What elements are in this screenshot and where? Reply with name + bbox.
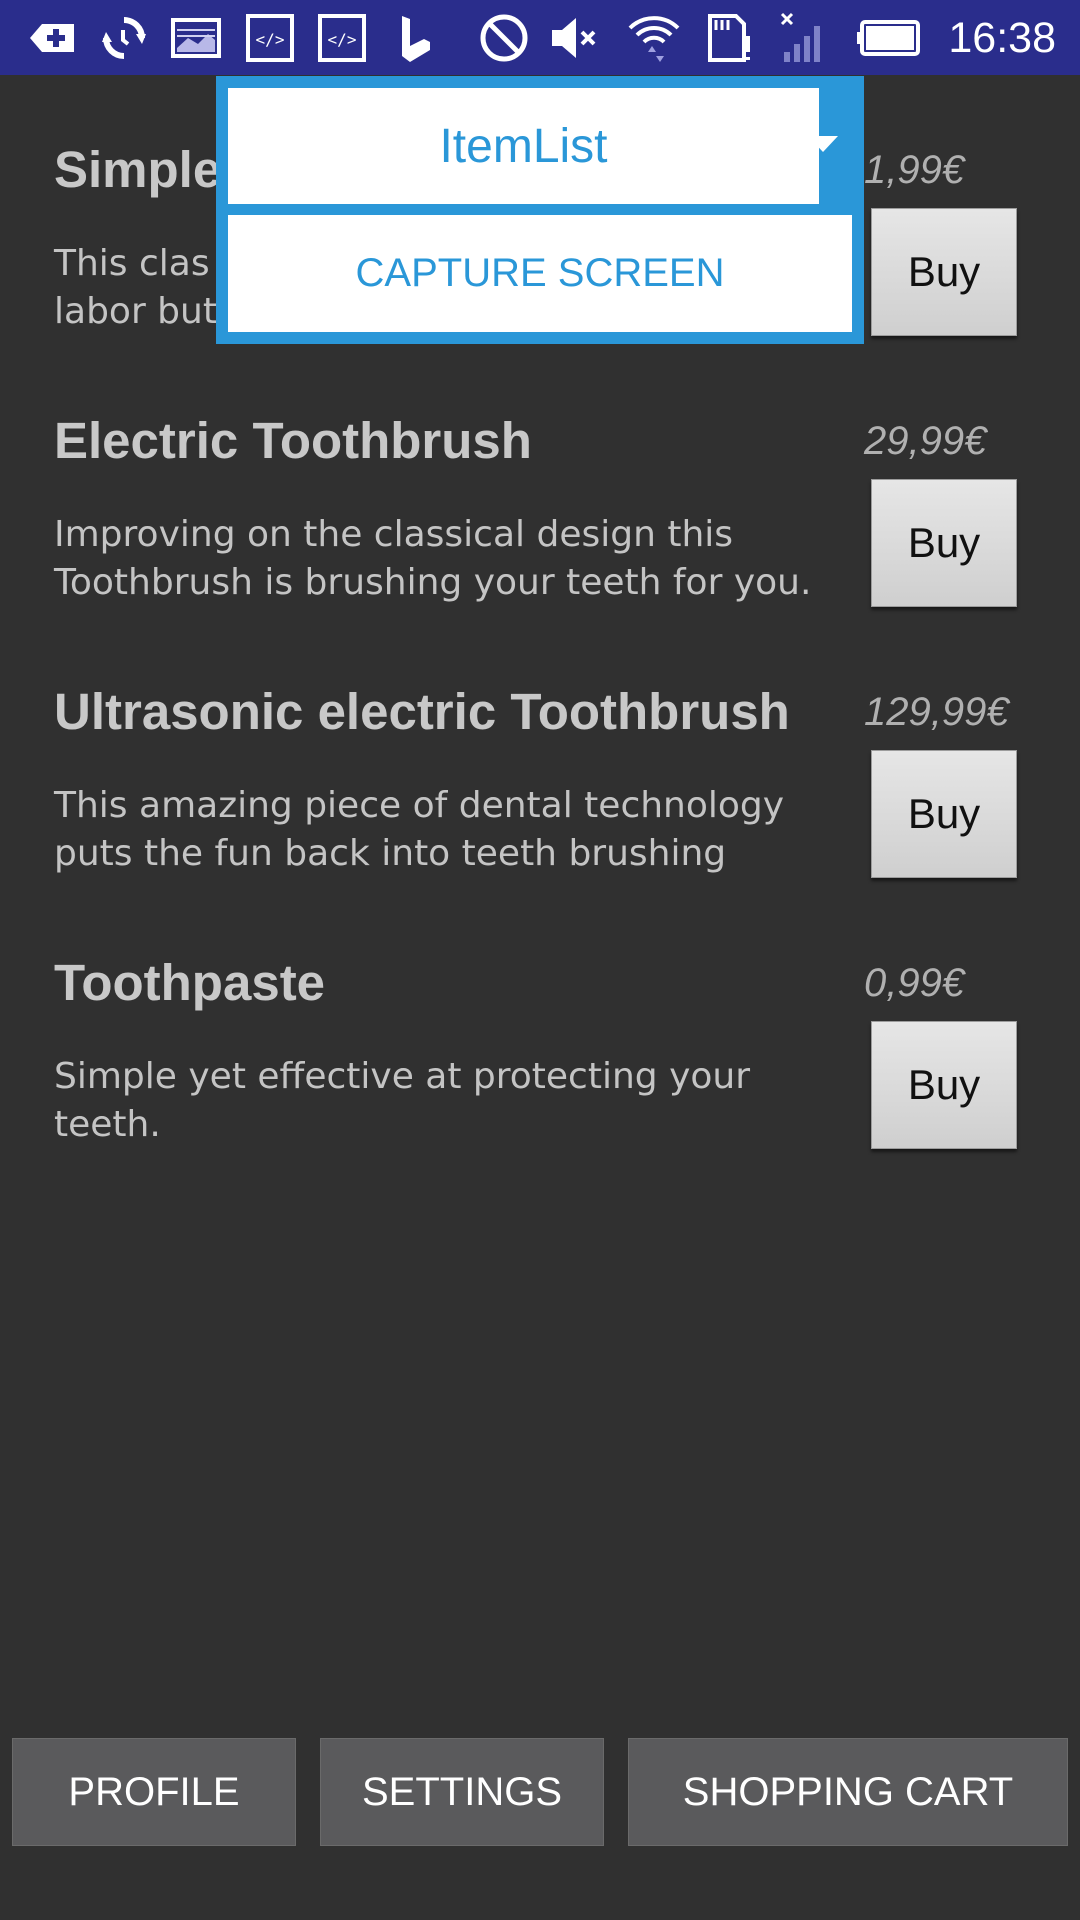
- product-name: Simple: [54, 141, 222, 198]
- buy-button[interactable]: Buy: [871, 750, 1017, 878]
- capture-screen-button[interactable]: CAPTURE SCREEN: [228, 215, 852, 332]
- buy-button[interactable]: Buy: [871, 1021, 1017, 1149]
- list-item: Ultrasonic electric Toothbrush 129,99€ T…: [0, 682, 1080, 932]
- product-description: This amazing piece of dental technology …: [54, 785, 785, 874]
- shopping-cart-button[interactable]: SHOPPING CART: [628, 1738, 1068, 1846]
- status-bar: </> </> 16:38: [0, 0, 1080, 75]
- product-name: Ultrasonic electric Toothbrush: [54, 683, 790, 740]
- capture-overlay: ItemList CAPTURE SCREEN: [216, 76, 864, 344]
- profile-button[interactable]: PROFILE: [12, 1738, 296, 1846]
- wifi-icon: [628, 16, 680, 62]
- bing-icon: [402, 16, 430, 62]
- no-signal-icon: [780, 12, 820, 62]
- svg-text:</>: </>: [328, 30, 357, 49]
- product-price: 129,99€: [864, 690, 1009, 734]
- product-name: Toothpaste: [54, 954, 326, 1011]
- image-icon: [171, 18, 221, 58]
- add-icon: [30, 24, 74, 52]
- product-price: 29,99€: [864, 419, 987, 463]
- list-item: Toothpaste 0,99€ Simple yet effective at…: [0, 953, 1080, 1203]
- product-price: 1,99€: [864, 148, 965, 192]
- mute-icon: [552, 18, 596, 58]
- product-description: Simple yet effective at protecting your …: [54, 1056, 751, 1145]
- screen-select[interactable]: ItemList: [228, 88, 819, 204]
- chevron-down-icon[interactable]: [808, 136, 838, 152]
- code-icon: </>: [318, 14, 366, 62]
- sd-card-alert-icon: [708, 14, 750, 62]
- svg-text:</>: </>: [256, 30, 285, 49]
- product-name: Electric Toothbrush: [54, 412, 532, 469]
- product-price: 0,99€: [864, 961, 965, 1005]
- buy-button[interactable]: Buy: [871, 479, 1017, 607]
- sync-icon: [102, 17, 146, 59]
- status-time: 16:38: [948, 14, 1056, 62]
- battery-icon: [857, 20, 920, 56]
- do-not-disturb-icon: [480, 14, 528, 62]
- settings-button[interactable]: SETTINGS: [320, 1738, 604, 1846]
- list-item: Electric Toothbrush 29,99€ Improving on …: [0, 411, 1080, 661]
- buy-button[interactable]: Buy: [871, 208, 1017, 336]
- code-icon: </>: [246, 14, 294, 62]
- product-description: Improving on the classical design this T…: [54, 514, 812, 603]
